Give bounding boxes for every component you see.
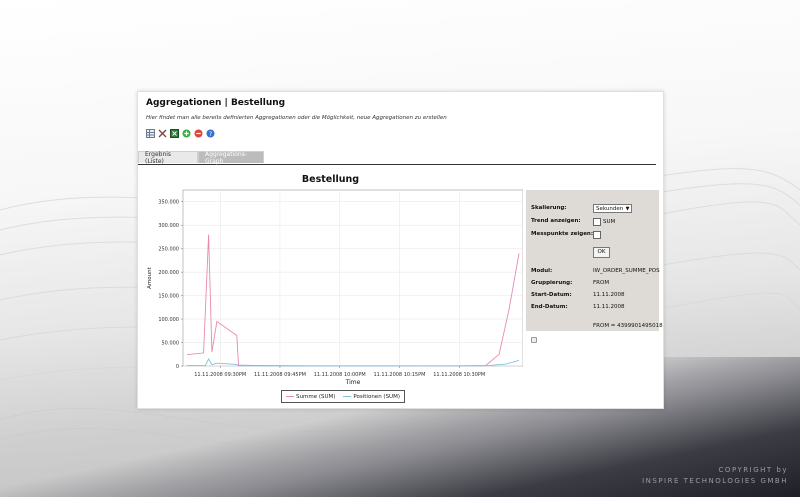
skalierung-value: Sekunden	[596, 205, 624, 212]
start-datum-value: 11.11.2008	[593, 292, 625, 298]
legend-label-summe: Summe (SUM)	[296, 393, 336, 400]
modul-value: IW_ORDER_SUMME_POS	[593, 268, 660, 274]
x-tick-label: 11.11.2008 10:30PM	[433, 372, 485, 378]
chevron-down-icon: ▼	[625, 206, 630, 212]
messpunkte-checkbox[interactable]	[593, 231, 601, 239]
end-datum-label: End-Datum:	[531, 304, 568, 310]
x-tick-label: 11.11.2008 09:30PM	[194, 372, 246, 378]
y-tick-label: 200.000	[158, 270, 179, 276]
legend-item-summe: Summe (SUM)	[286, 394, 335, 400]
skalierung-select[interactable]: Sekunden ▼	[593, 204, 632, 213]
y-tick-label: 350.000	[158, 200, 179, 206]
x-tick-label: 11.11.2008 09:45PM	[254, 372, 306, 378]
gruppierung-label: Gruppierung:	[531, 280, 573, 286]
y-tick-label: 50.000	[162, 341, 180, 347]
copyright-notice: COPYRIGHT by INSPIRE TECHNOLOGIES GMBH	[642, 465, 788, 487]
trend-checkbox[interactable]	[593, 218, 601, 226]
y-tick-label: 300.000	[158, 223, 179, 229]
copyright-line-2: INSPIRE TECHNOLOGIES GMBH	[642, 477, 788, 485]
aggregation-panel: Aggregationen | Bestellung Hier findet m…	[137, 91, 664, 409]
line-chart: 0 50.000 100.000 150.000 200.000 250.000 300.0…	[147, 189, 523, 386]
legend-item-positionen: Positionen (SUM)	[343, 394, 400, 400]
y-tick-label: 0	[176, 364, 179, 370]
x-tick-label: 11.11.2008 10:00PM	[314, 372, 366, 378]
legend-label-positionen: Positionen (SUM)	[353, 393, 400, 400]
chart-legend: Summe (SUM) Positionen (SUM)	[281, 390, 405, 403]
copyright-line-1: COPYRIGHT by	[718, 466, 788, 474]
start-datum-label: Start-Datum:	[531, 292, 572, 298]
y-axis-label: Amount	[147, 266, 153, 288]
messpunkte-label: Messpunkte zeigen:	[531, 231, 594, 237]
x-tick-label: 11.11.2008 10:15PM	[373, 372, 425, 378]
end-datum-value: 11.11.2008	[593, 304, 625, 310]
refresh-icon[interactable]	[531, 337, 537, 343]
trend-value: SUM	[603, 219, 616, 225]
ok-button[interactable]: OK	[593, 247, 610, 258]
trend-label: Trend anzeigen:	[531, 218, 581, 224]
from-filter-text: FROM = 4399901495018	[593, 323, 663, 329]
gruppierung-value: FROM	[593, 280, 610, 286]
y-tick-label: 150.000	[158, 294, 179, 300]
skalierung-label: Skalierung:	[531, 205, 567, 211]
plot-area	[182, 189, 523, 367]
y-tick-label: 100.000	[158, 317, 179, 323]
chart-settings-panel: Skalierung: Sekunden ▼ Trend anzeigen: S…	[526, 190, 663, 331]
y-tick-label: 250.000	[158, 247, 179, 253]
modul-label: Modul:	[531, 268, 553, 274]
x-axis-label: Time	[345, 379, 361, 386]
